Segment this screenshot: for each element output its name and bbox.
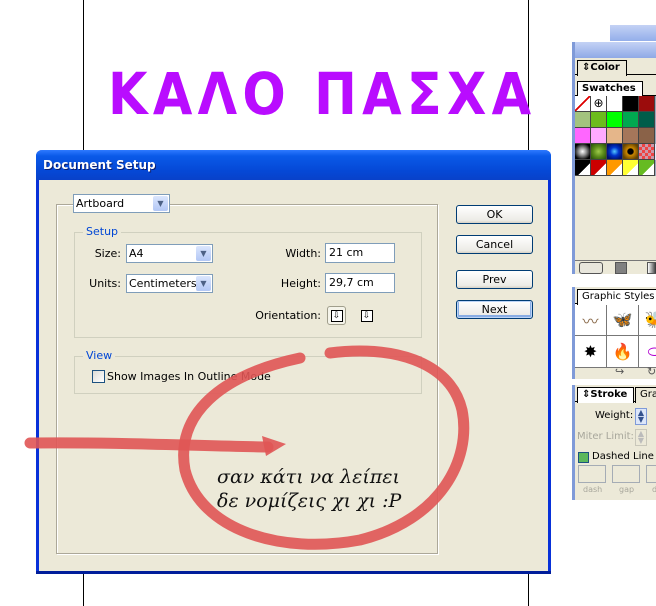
annotation-line-1: σαν κάτι να λείπει	[217, 466, 400, 488]
swatch[interactable]	[639, 128, 655, 144]
swatch[interactable]	[575, 96, 591, 112]
swatch[interactable]	[639, 112, 655, 128]
prev-button[interactable]: Prev	[456, 270, 533, 289]
dashed-line-checkbox[interactable]	[578, 452, 589, 463]
swatch[interactable]	[575, 144, 591, 160]
dialog-titlebar[interactable]: Document Setup	[36, 150, 551, 180]
tab-gradient[interactable]: Gra	[635, 387, 656, 403]
swatch[interactable]	[575, 160, 591, 176]
portrait-icon: ⇩	[330, 309, 343, 322]
width-input[interactable]: 21 cm	[325, 243, 395, 263]
swatch[interactable]	[639, 160, 655, 176]
color-tab-row: ⇕Color	[575, 58, 656, 76]
swatch[interactable]	[575, 112, 591, 128]
section-select[interactable]: Artboard ▼	[73, 194, 170, 213]
tab-graphic-styles[interactable]: Graphic Styles	[577, 289, 656, 305]
swatch[interactable]	[623, 112, 639, 128]
show-images-label[interactable]: Show Images In Outline Mode	[107, 367, 271, 386]
miter-limit-label: Miter Limit:	[577, 431, 634, 442]
height-label: Height:	[280, 277, 321, 290]
graphic-styles-grid: 〰 🦋 🐝 ✸ 🔥 ⬭	[575, 304, 656, 368]
break-link-icon[interactable]: ↪	[615, 365, 624, 378]
swatch[interactable]	[591, 112, 607, 128]
width-label: Width:	[285, 247, 321, 260]
dash-label-2: d	[652, 485, 656, 494]
show-swatch-kinds-button[interactable]	[579, 262, 603, 274]
graphic-styles-tab-row: Graphic Styles	[575, 287, 656, 305]
gap-label: gap	[619, 485, 635, 494]
stroke-tab-row: ⇕Stroke Gra	[575, 385, 656, 403]
panels-dock: ⇕Color Swatches ⊕ Graphic Styles 〰 🦋 🐝 ✸ 🔥 ⬭ …	[570, 25, 656, 500]
chevron-down-icon: ▼	[196, 276, 211, 291]
next-button[interactable]: Next	[456, 300, 533, 319]
swatch[interactable]	[623, 160, 639, 176]
rope-style-swatch[interactable]: 〰	[575, 304, 607, 336]
swatch[interactable]	[591, 160, 607, 176]
swatch[interactable]	[607, 128, 623, 144]
show-gradient-swatches-button[interactable]	[647, 262, 656, 274]
swatch[interactable]	[623, 144, 639, 160]
chevron-down-icon: ▼	[153, 196, 168, 211]
tab-stroke[interactable]: ⇕Stroke	[577, 387, 635, 403]
swatch[interactable]	[591, 128, 607, 144]
ok-button[interactable]: OK	[456, 205, 533, 224]
swatch[interactable]	[607, 144, 623, 160]
panel-titlebar[interactable]	[610, 25, 656, 41]
swatch[interactable]	[607, 96, 623, 112]
new-style-icon[interactable]: ↻	[647, 365, 656, 378]
orientation-label: Orientation:	[255, 309, 321, 322]
document-setup-dialog: Document Setup Artboard ▼ Setup Size: A4…	[36, 150, 551, 574]
swatch[interactable]	[607, 160, 623, 176]
view-group-title: View	[83, 349, 116, 363]
weight-spinner[interactable]: ▲ ▼	[635, 408, 647, 425]
chevron-down-icon: ▼	[196, 246, 211, 261]
fire-style-swatch[interactable]: 🔥	[607, 336, 639, 368]
swatch[interactable]	[623, 128, 639, 144]
size-select[interactable]: A4 ▼	[126, 244, 213, 263]
swatch[interactable]	[639, 96, 655, 112]
panel-group-titlebar[interactable]	[575, 42, 656, 58]
dashed-line-label: Dashed Line	[592, 451, 654, 462]
bee-style-swatch[interactable]: 🐝	[639, 304, 656, 336]
cancel-button[interactable]: Cancel	[456, 235, 533, 254]
swatch[interactable]	[591, 144, 607, 160]
swatches-panel: ⇕Color Swatches ⊕	[572, 42, 656, 274]
units-select[interactable]: Centimeters ▼	[126, 274, 213, 293]
swatch[interactable]: ⊕	[591, 96, 607, 112]
swatch[interactable]	[607, 112, 623, 128]
butterfly-style-swatch[interactable]: 🦋	[607, 304, 639, 336]
sparkle-style-swatch[interactable]: ✸	[575, 336, 607, 368]
setup-group-title: Setup	[83, 225, 122, 239]
landscape-orientation-button[interactable]: ⇩	[357, 306, 376, 325]
height-input[interactable]: 29,7 cm	[325, 273, 395, 293]
stroke-panel: ⇕Stroke Gra Weight: ▲ ▼ Miter Limit: ▲ ▼ D…	[572, 385, 656, 500]
gap-field-1[interactable]	[612, 465, 640, 483]
annotation-line-2: δε νομίζεις χι χι :P	[217, 490, 402, 512]
show-color-swatches-button[interactable]	[615, 262, 627, 274]
dash-field-2[interactable]	[646, 465, 656, 483]
tab-color[interactable]: ⇕Color	[577, 60, 627, 76]
show-images-checkbox[interactable]	[92, 370, 105, 383]
swatches-tab-row: Swatches	[575, 79, 656, 97]
landscape-icon: ⇩	[360, 309, 373, 322]
miter-limit-spinner[interactable]: ▲ ▼	[635, 429, 647, 446]
canvas-heading[interactable]: ΚΑΛΟ ΠΑΣΧΑ	[108, 60, 536, 128]
swatches-footer	[575, 260, 656, 274]
dash-field-1[interactable]	[578, 465, 606, 483]
graphic-styles-panel: Graphic Styles 〰 🦋 🐝 ✸ 🔥 ⬭ ↪ ↻	[572, 287, 656, 379]
portrait-orientation-button[interactable]: ⇩	[327, 306, 346, 325]
units-label: Units:	[89, 277, 121, 290]
size-label: Size:	[94, 247, 121, 260]
swatch[interactable]	[623, 96, 639, 112]
swatch[interactable]	[575, 128, 591, 144]
weight-label: Weight:	[595, 410, 634, 421]
tab-swatches[interactable]: Swatches	[577, 81, 643, 97]
purple-ring-style-swatch[interactable]: ⬭	[639, 336, 656, 368]
swatch[interactable]	[639, 144, 655, 160]
swatch-grid: ⊕	[575, 96, 656, 176]
dash-label: dash	[583, 485, 603, 494]
